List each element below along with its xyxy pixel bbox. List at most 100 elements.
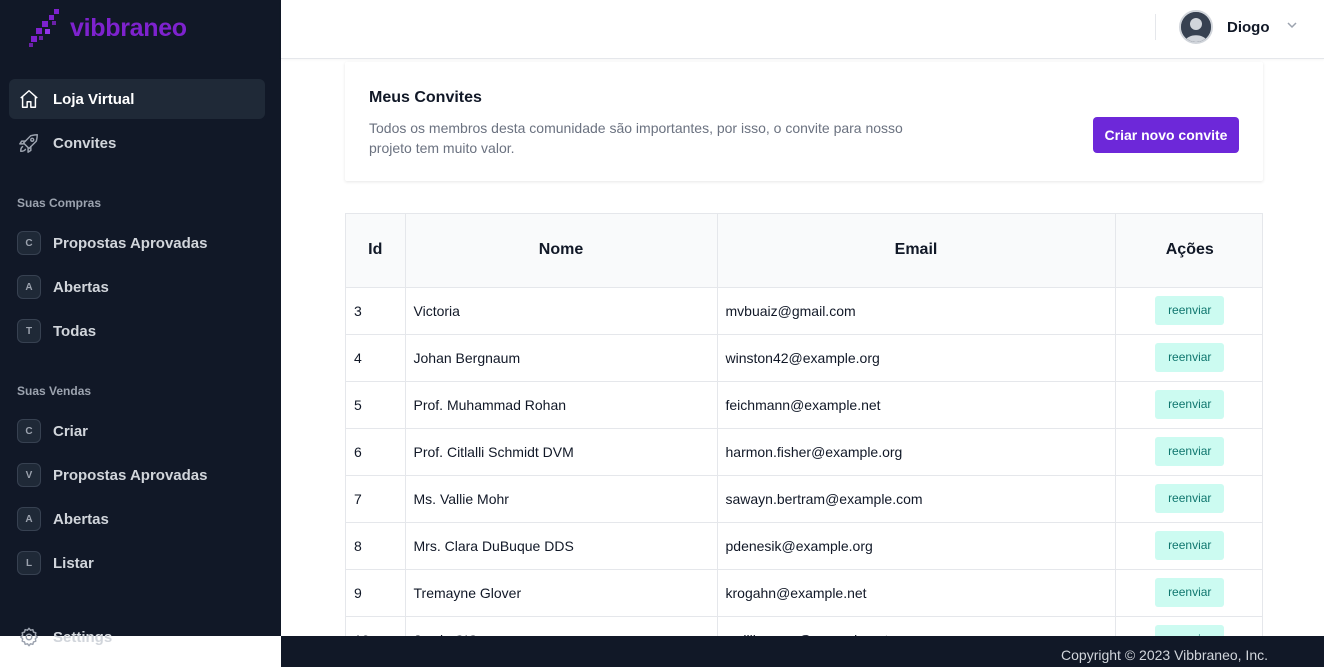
resend-button[interactable]: reenviar [1155, 437, 1225, 466]
sidebar-item-loja-virtual[interactable]: Loja Virtual [9, 79, 265, 119]
cell-name: Victoria [405, 287, 718, 335]
sidebar-item-label: Loja Virtual [53, 90, 135, 108]
cell-id: 7 [346, 475, 406, 523]
table-row: 4 Johan Bergnaum winston42@example.org r… [346, 334, 1262, 382]
cell-id: 10 [346, 616, 406, 636]
cell-email: mvbuaiz@gmail.com [717, 287, 1116, 335]
invites-card: Meus Convites Todos os membros desta com… [345, 62, 1263, 181]
cell-actions: reenviar [1115, 287, 1262, 335]
cell-email: awilliamson@example.net [717, 616, 1116, 636]
home-icon [17, 87, 41, 111]
letter-badge: C [17, 231, 41, 255]
user-name: Diogo [1227, 18, 1270, 36]
copyright-text: Copyright © 2023 Vibbraneo, Inc. [1061, 647, 1268, 663]
sidebar-item-vendas-propostas-aprovadas[interactable]: V Propostas Aprovadas [9, 455, 265, 495]
resend-button[interactable]: reenviar [1155, 343, 1225, 372]
sidebar-item-vendas-abertas[interactable]: A Abertas [9, 499, 265, 539]
logo-mark-icon [28, 8, 64, 48]
sidebar-item-label: Todas [53, 322, 97, 340]
table-row: 10 Jarvis O'Conner awilliamson@example.n… [346, 616, 1262, 636]
cell-name: Jarvis O'Conner [405, 616, 718, 636]
cell-name: Prof. Citlalli Schmidt DVM [405, 428, 718, 476]
cell-id: 4 [346, 334, 406, 382]
cell-email: harmon.fisher@example.org [717, 428, 1116, 476]
cell-email: krogahn@example.net [717, 569, 1116, 617]
letter-badge: A [17, 275, 41, 299]
cell-actions: reenviar [1115, 381, 1262, 429]
sidebar-item-label: Settings [53, 628, 113, 646]
brand-name: vibbraneo [70, 13, 187, 42]
letter-badge: V [17, 463, 41, 487]
sidebar-item-vendas-criar[interactable]: C Criar [9, 411, 265, 451]
cell-name: Prof. Muhammad Rohan [405, 381, 718, 429]
table-row: 7 Ms. Vallie Mohr sawayn.bertram@example… [346, 475, 1262, 523]
resend-button[interactable]: reenviar [1155, 484, 1225, 513]
letter-badge: A [17, 507, 41, 531]
resend-button[interactable]: reenviar [1155, 390, 1225, 419]
cell-email: winston42@example.org [717, 334, 1116, 382]
sidebar-item-settings[interactable]: Settings [9, 617, 265, 657]
cell-id: 5 [346, 381, 406, 429]
sidebar-item-label: Abertas [53, 278, 109, 296]
sidebar-item-label: Propostas Aprovadas [53, 234, 208, 252]
create-invite-button[interactable]: Criar novo convite [1093, 117, 1239, 153]
resend-button[interactable]: reenviar [1155, 296, 1225, 325]
letter-badge: L [17, 551, 41, 575]
resend-button[interactable]: reenviar [1155, 531, 1225, 560]
cell-name: Ms. Vallie Mohr [405, 475, 718, 523]
column-header-id[interactable]: Id [346, 214, 406, 288]
cell-name: Johan Bergnaum [405, 334, 718, 382]
gear-icon [17, 625, 41, 649]
page-title: Meus Convites [369, 89, 482, 106]
sidebar-item-label: Listar [53, 554, 94, 572]
cell-id: 6 [346, 428, 406, 476]
page-description: Todos os membros desta comunidade são im… [369, 120, 903, 156]
cell-name: Mrs. Clara DuBuque DDS [405, 522, 718, 570]
divider [1155, 14, 1156, 40]
sidebar-item-compras-todas[interactable]: T Todas [9, 311, 265, 351]
footer: Copyright © 2023 Vibbraneo, Inc. [281, 636, 1324, 667]
cell-actions: reenviar [1115, 616, 1262, 636]
column-header-nome[interactable]: Nome [405, 214, 718, 288]
table-row: 6 Prof. Citlalli Schmidt DVM harmon.fish… [346, 428, 1262, 476]
section-title-compras: Suas Compras [17, 196, 102, 210]
sidebar-item-convites[interactable]: Convites [9, 123, 265, 163]
cell-actions: reenviar [1115, 475, 1262, 523]
letter-badge: C [17, 419, 41, 443]
sidebar-item-vendas-listar[interactable]: L Listar [9, 543, 265, 583]
sidebar-item-label: Propostas Aprovadas [53, 466, 208, 484]
column-header-email[interactable]: Email [717, 214, 1116, 288]
rocket-icon [17, 131, 41, 155]
invites-table: Id Nome Email Ações 3 Victoria mvbuaiz@g… [345, 213, 1263, 636]
cell-id: 8 [346, 522, 406, 570]
sidebar-item-label: Abertas [53, 510, 109, 528]
cell-email: feichmann@example.net [717, 381, 1116, 429]
table-row: 8 Mrs. Clara DuBuque DDS pdenesik@exampl… [346, 522, 1262, 570]
sidebar-item-compras-abertas[interactable]: A Abertas [9, 267, 265, 307]
table-row: 3 Victoria mvbuaiz@gmail.com reenviar [346, 287, 1262, 335]
cell-actions: reenviar [1115, 428, 1262, 476]
sidebar-item-compras-propostas-aprovadas[interactable]: C Propostas Aprovadas [9, 223, 265, 263]
resend-button[interactable]: reenviar [1155, 625, 1225, 636]
table-row: 9 Tremayne Glover krogahn@example.net re… [346, 569, 1262, 617]
cell-id: 9 [346, 569, 406, 617]
cell-id: 3 [346, 287, 406, 335]
brand-logo[interactable]: vibbraneo [28, 8, 187, 48]
chevron-down-icon [1286, 18, 1298, 36]
section-title-vendas: Suas Vendas [17, 384, 92, 398]
sidebar: vibbraneo Loja Virtual Convites Suas Com… [0, 0, 281, 647]
cell-actions: reenviar [1115, 334, 1262, 382]
cell-actions: reenviar [1115, 569, 1262, 617]
table-header-row: Id Nome Email Ações [346, 214, 1262, 288]
sidebar-item-label: Convites [53, 134, 117, 152]
avatar [1179, 10, 1213, 44]
column-header-acoes: Ações [1115, 214, 1262, 288]
user-menu[interactable]: Diogo [1179, 10, 1298, 44]
table-row: 5 Prof. Muhammad Rohan feichmann@example… [346, 381, 1262, 429]
letter-badge: T [17, 319, 41, 343]
top-bar: Diogo [281, 0, 1324, 59]
cell-email: sawayn.bertram@example.com [717, 475, 1116, 523]
resend-button[interactable]: reenviar [1155, 578, 1225, 607]
cell-name: Tremayne Glover [405, 569, 718, 617]
cell-actions: reenviar [1115, 522, 1262, 570]
